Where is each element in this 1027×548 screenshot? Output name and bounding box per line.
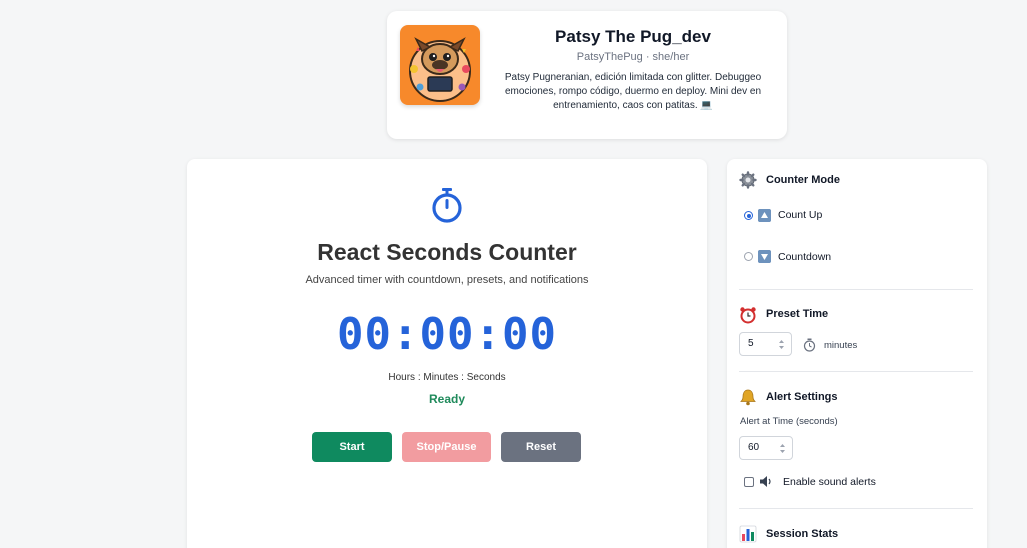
- bell-icon: [740, 389, 756, 406]
- alert-time-input[interactable]: 60: [739, 436, 793, 460]
- profile-handle: PatsyThePug · she/her: [576, 51, 690, 63]
- count-up-radio[interactable]: [744, 211, 753, 220]
- profile-card: Patsy The Pug_dev PatsyThePug · she/her …: [387, 11, 787, 139]
- speaker-icon: [760, 476, 771, 487]
- gear-icon: [739, 171, 757, 189]
- session-stats-title: Session Stats: [766, 528, 839, 540]
- alarm-clock-icon: [740, 307, 756, 324]
- counter-mode-title: Counter Mode: [766, 174, 840, 186]
- profile-name: Patsy The Pug_dev: [555, 27, 711, 46]
- sound-alert-checkbox[interactable]: [744, 477, 754, 487]
- preset-time-title: Preset Time: [766, 308, 829, 320]
- spinner-icon[interactable]: [779, 443, 786, 454]
- countdown-label[interactable]: Countdown: [778, 251, 831, 263]
- preset-time-value: 5: [748, 338, 754, 349]
- alert-settings-title: Alert Settings: [766, 391, 838, 403]
- up-arrow-icon: [758, 209, 771, 222]
- stopwatch-small-icon: [803, 338, 816, 352]
- preset-unit-label: minutes: [824, 340, 858, 351]
- stopwatch-icon: [432, 188, 462, 223]
- divider: [739, 289, 973, 290]
- divider: [739, 508, 973, 509]
- timer-units-label: Hours : Minutes : Seconds: [388, 372, 506, 383]
- avatar: [400, 25, 480, 105]
- bar-chart-icon: [739, 525, 757, 543]
- timer-status: Ready: [428, 392, 466, 406]
- page-title: React Seconds Counter: [317, 239, 577, 265]
- settings-panel: Counter Mode Count Up Countdown Preset T…: [727, 159, 987, 548]
- spinner-icon[interactable]: [778, 339, 785, 350]
- countdown-radio[interactable]: [744, 252, 753, 261]
- divider: [739, 371, 973, 372]
- stop-pause-button[interactable]: Stop/Pause: [402, 432, 491, 462]
- profile-bio: Patsy Pugneranian, edición limitada con …: [504, 72, 762, 111]
- preset-time-input[interactable]: 5: [739, 332, 792, 356]
- timer-display: 00:00:00: [337, 309, 557, 360]
- reset-button[interactable]: Reset: [501, 432, 581, 462]
- down-arrow-icon: [758, 250, 771, 263]
- alert-time-label: Alert at Time (seconds): [740, 416, 838, 427]
- page-subtitle: Advanced timer with countdown, presets, …: [305, 274, 589, 286]
- start-button[interactable]: Start: [312, 432, 392, 462]
- timer-card: React Seconds Counter Advanced timer wit…: [187, 159, 707, 548]
- alert-time-value: 60: [748, 442, 760, 453]
- sound-alert-label[interactable]: Enable sound alerts: [783, 476, 876, 488]
- page: Patsy The Pug_dev PatsyThePug · she/her …: [0, 0, 1027, 548]
- count-up-label[interactable]: Count Up: [778, 209, 822, 221]
